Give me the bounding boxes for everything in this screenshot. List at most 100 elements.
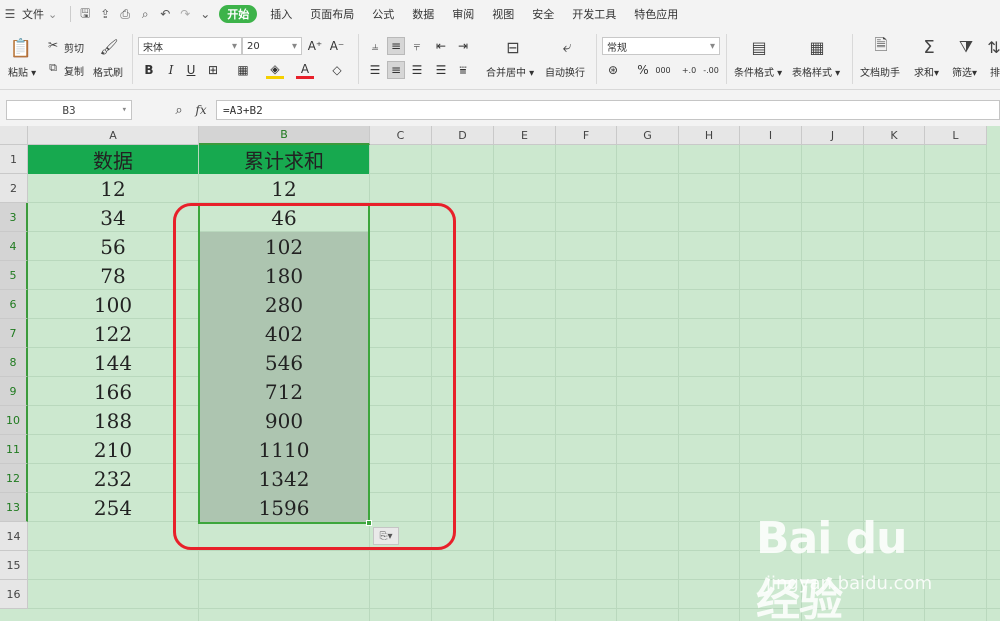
tab-security[interactable]: 安全 [523, 0, 563, 28]
tab-insert[interactable]: 插入 [261, 0, 301, 28]
italic-button[interactable]: I [162, 61, 180, 79]
row-header-9[interactable]: 9 [0, 377, 28, 406]
cell-a2[interactable]: 12 [28, 174, 198, 203]
conditional-format-button[interactable]: 条件格式 ▾ [734, 64, 782, 79]
row-header-5[interactable]: 5 [0, 261, 28, 290]
sum-icon: Σ [923, 36, 935, 58]
align-left-icon[interactable]: ☰ [366, 61, 384, 79]
table-style-button[interactable]: 表格样式 ▾ [792, 64, 840, 79]
font-name-select[interactable]: 宋体 ▾ [138, 37, 242, 55]
tab-home[interactable]: 开始 [219, 5, 258, 23]
align-bottom-icon[interactable]: ⫧ [408, 37, 426, 55]
align-right-icon[interactable]: ☰ [408, 61, 426, 79]
wrap-text-button[interactable]: 自动换行 [545, 64, 585, 79]
column-header-b[interactable]: B [199, 126, 370, 145]
justify-icon[interactable]: ☰ [432, 61, 450, 79]
paste-icon[interactable]: 📋 [10, 36, 32, 60]
sum-button[interactable]: 求和▾ [914, 64, 939, 79]
format-painter-button[interactable]: 格式刷 [93, 64, 123, 79]
column-header-g[interactable]: G [617, 126, 679, 145]
redo-icon[interactable]: ↷ [175, 0, 195, 28]
column-header-e[interactable]: E [494, 126, 556, 145]
save-icon[interactable]: 🖫 [75, 0, 95, 28]
paste-button[interactable]: 粘贴 ▾ [8, 64, 36, 79]
percent-button[interactable]: % [634, 61, 652, 79]
menu-icon[interactable]: ☰ [0, 0, 20, 28]
number-format-select[interactable]: 常规 ▾ [602, 37, 720, 55]
zoom-icon[interactable]: ⌕ [170, 100, 188, 120]
font-grow-icon[interactable]: A⁺ [306, 37, 324, 55]
row-header-8[interactable]: 8 [0, 348, 28, 377]
align-center-icon[interactable]: ≡ [387, 61, 405, 79]
underline-button[interactable]: U [182, 61, 200, 79]
tab-developer[interactable]: 开发工具 [563, 0, 625, 28]
cell-a1[interactable]: 数据 [28, 145, 198, 174]
row-header-6[interactable]: 6 [0, 290, 28, 319]
name-box[interactable]: B3 ▾ [6, 100, 132, 120]
tab-page-layout[interactable]: 页面布局 [301, 0, 363, 28]
row-header-3[interactable]: 3 [0, 203, 28, 232]
copy-button[interactable]: 复制 [64, 63, 84, 78]
font-size-select[interactable]: 20 ▾ [242, 37, 302, 55]
row-header-11[interactable]: 11 [0, 435, 28, 464]
row-header-16[interactable]: 16 [0, 580, 28, 609]
font-shrink-icon[interactable]: A⁻ [328, 37, 346, 55]
row-header-14[interactable]: 14 [0, 522, 28, 551]
distributed-icon[interactable]: ⩸ [454, 61, 472, 79]
merge-center-button[interactable]: 合并居中 ▾ [486, 64, 534, 79]
undo-icon[interactable]: ↶ [155, 0, 175, 28]
tab-review[interactable]: 审阅 [443, 0, 483, 28]
indent-increase-icon[interactable]: ⇥ [454, 37, 472, 55]
tab-view[interactable]: 视图 [483, 0, 523, 28]
tab-data[interactable]: 数据 [403, 0, 443, 28]
column-header-i[interactable]: I [740, 126, 802, 145]
cell-style-icon[interactable]: ▦ [234, 61, 252, 79]
row-header-15[interactable]: 15 [0, 551, 28, 580]
currency-icon[interactable]: ⊛ [604, 61, 622, 79]
align-middle-icon[interactable]: ≡ [387, 37, 405, 55]
row-header-4[interactable]: 4 [0, 232, 28, 261]
sort-button[interactable]: 排 [990, 64, 1000, 79]
column-header-c[interactable]: C [370, 126, 432, 145]
select-all-corner[interactable] [0, 126, 28, 145]
filter-button[interactable]: 筛选▾ [952, 64, 977, 79]
column-header-a[interactable]: A [28, 126, 199, 145]
formula-input[interactable]: =A3+B2 [216, 100, 1000, 120]
tab-special[interactable]: 特色应用 [625, 0, 687, 28]
print-icon[interactable]: ⎙ [115, 0, 135, 28]
doc-assistant-button[interactable]: 文档助手 [860, 64, 900, 79]
align-top-icon[interactable]: ⫨ [366, 37, 384, 55]
function-icon[interactable]: fx [192, 100, 210, 120]
fill-color-icon[interactable]: ◈ [266, 61, 284, 79]
file-menu[interactable]: 文件 ⌄ [20, 0, 66, 28]
customize-icon[interactable]: ⌄ [195, 0, 215, 28]
row-header-12[interactable]: 12 [0, 464, 28, 493]
border-icon[interactable]: ⊞ [204, 61, 222, 79]
column-header-h[interactable]: H [679, 126, 740, 145]
thousands-button[interactable]: 000 [654, 61, 672, 79]
clear-format-icon[interactable]: ◇ [328, 61, 346, 79]
column-header-j[interactable]: J [802, 126, 864, 145]
chevron-down-icon: ▾ [291, 40, 297, 52]
export-icon[interactable]: ⇪ [95, 0, 115, 28]
cut-button[interactable]: 剪切 [64, 40, 84, 55]
bold-button[interactable]: B [140, 61, 158, 79]
row-header-1[interactable]: 1 [0, 145, 28, 174]
cell-b1[interactable]: 累计求和 [199, 145, 369, 174]
row-header-10[interactable]: 10 [0, 406, 28, 435]
decimal-increase-button[interactable]: +.0 [678, 61, 700, 79]
menu-bar: ☰ 文件 ⌄ 🖫 ⇪ ⎙ ⌕ ↶ ↷ ⌄ 开始 插入 页面布局 公式 数据 审阅 … [0, 0, 1000, 28]
column-header-k[interactable]: K [864, 126, 925, 145]
decimal-decrease-button[interactable]: -.00 [700, 61, 722, 79]
column-header-d[interactable]: D [432, 126, 494, 145]
row-header-2[interactable]: 2 [0, 174, 28, 203]
column-header-l[interactable]: L [925, 126, 987, 145]
indent-decrease-icon[interactable]: ⇤ [432, 37, 450, 55]
row-header-13[interactable]: 13 [0, 493, 28, 522]
font-color-icon[interactable]: A [296, 61, 314, 79]
tab-formulas[interactable]: 公式 [363, 0, 403, 28]
row-header-7[interactable]: 7 [0, 319, 28, 348]
cell-b2[interactable]: 12 [199, 174, 369, 203]
column-header-f[interactable]: F [556, 126, 617, 145]
print-preview-icon[interactable]: ⌕ [135, 0, 155, 28]
